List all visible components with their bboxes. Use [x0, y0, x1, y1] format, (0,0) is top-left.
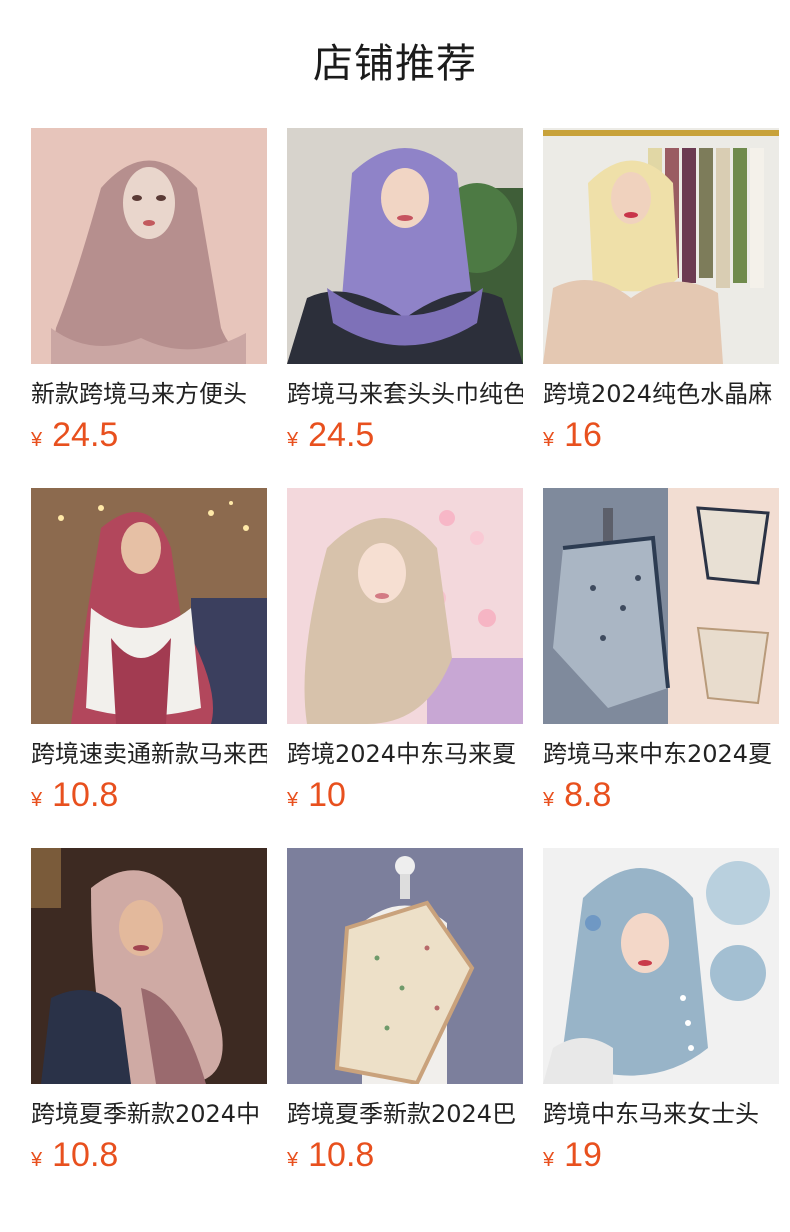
- product-price: 10: [308, 776, 346, 814]
- price-row: ¥ 10: [287, 776, 523, 816]
- currency-symbol: ¥: [31, 1149, 43, 1171]
- product-image[interactable]: [543, 848, 779, 1084]
- product-name[interactable]: 跨境速卖通新款马来西: [31, 738, 267, 770]
- price-row: ¥ 8.8: [543, 776, 779, 816]
- product-price: 10.8: [52, 776, 119, 814]
- currency-symbol: ¥: [543, 789, 555, 811]
- price-row: ¥ 24.5: [287, 416, 523, 456]
- product-name[interactable]: 跨境马来套头头巾纯色: [287, 378, 523, 410]
- currency-symbol: ¥: [287, 429, 299, 451]
- currency-symbol: ¥: [31, 429, 43, 451]
- product-image[interactable]: [543, 488, 779, 724]
- product-image[interactable]: [31, 128, 267, 364]
- product-name[interactable]: 新款跨境马来方便头: [31, 378, 267, 410]
- product-image[interactable]: [287, 488, 523, 724]
- price-row: ¥ 10.8: [31, 1136, 267, 1176]
- product-price: 24.5: [52, 416, 119, 454]
- product-image[interactable]: [31, 488, 267, 724]
- currency-symbol: ¥: [287, 789, 299, 811]
- product-card[interactable]: 跨境夏季新款2024巴 ¥ 10.8: [287, 848, 523, 1176]
- product-price: 8.8: [564, 776, 612, 814]
- page-title: 店铺推荐: [313, 41, 477, 87]
- product-grid: 新款跨境马来方便头 ¥ 24.5 跨境马来套头头巾纯色 ¥ 24.5 跨境202…: [31, 128, 779, 1176]
- currency-symbol: ¥: [287, 1149, 299, 1171]
- product-card[interactable]: 跨境中东马来女士头 ¥ 19: [543, 848, 779, 1176]
- product-card[interactable]: 跨境2024中东马来夏 ¥ 10: [287, 488, 523, 816]
- price-row: ¥ 19: [543, 1136, 779, 1176]
- product-name[interactable]: 跨境2024中东马来夏: [287, 738, 523, 770]
- product-price: 16: [564, 416, 602, 454]
- price-row: ¥ 24.5: [31, 416, 267, 456]
- product-name[interactable]: 跨境中东马来女士头: [543, 1098, 779, 1130]
- product-card[interactable]: 新款跨境马来方便头 ¥ 24.5: [31, 128, 267, 456]
- product-price: 24.5: [308, 416, 375, 454]
- currency-symbol: ¥: [31, 789, 43, 811]
- product-card[interactable]: 跨境速卖通新款马来西 ¥ 10.8: [31, 488, 267, 816]
- currency-symbol: ¥: [543, 429, 555, 451]
- product-name[interactable]: 跨境夏季新款2024中: [31, 1098, 267, 1130]
- product-name[interactable]: 跨境马来中东2024夏: [543, 738, 779, 770]
- product-card[interactable]: 跨境夏季新款2024中 ¥ 10.8: [31, 848, 267, 1176]
- price-row: ¥ 10.8: [287, 1136, 523, 1176]
- product-card[interactable]: 跨境2024纯色水晶麻 ¥ 16: [543, 128, 779, 456]
- product-card[interactable]: 跨境马来中东2024夏 ¥ 8.8: [543, 488, 779, 816]
- currency-symbol: ¥: [543, 1149, 555, 1171]
- product-name[interactable]: 跨境2024纯色水晶麻: [543, 378, 779, 410]
- product-price: 19: [564, 1136, 602, 1174]
- product-price: 10.8: [308, 1136, 375, 1174]
- product-image[interactable]: [543, 128, 779, 364]
- price-row: ¥ 16: [543, 416, 779, 456]
- product-card[interactable]: 跨境马来套头头巾纯色 ¥ 24.5: [287, 128, 523, 456]
- product-price: 10.8: [52, 1136, 119, 1174]
- product-image[interactable]: [287, 128, 523, 364]
- product-image[interactable]: [31, 848, 267, 1084]
- product-name[interactable]: 跨境夏季新款2024巴: [287, 1098, 523, 1130]
- product-image[interactable]: [287, 848, 523, 1084]
- price-row: ¥ 10.8: [31, 776, 267, 816]
